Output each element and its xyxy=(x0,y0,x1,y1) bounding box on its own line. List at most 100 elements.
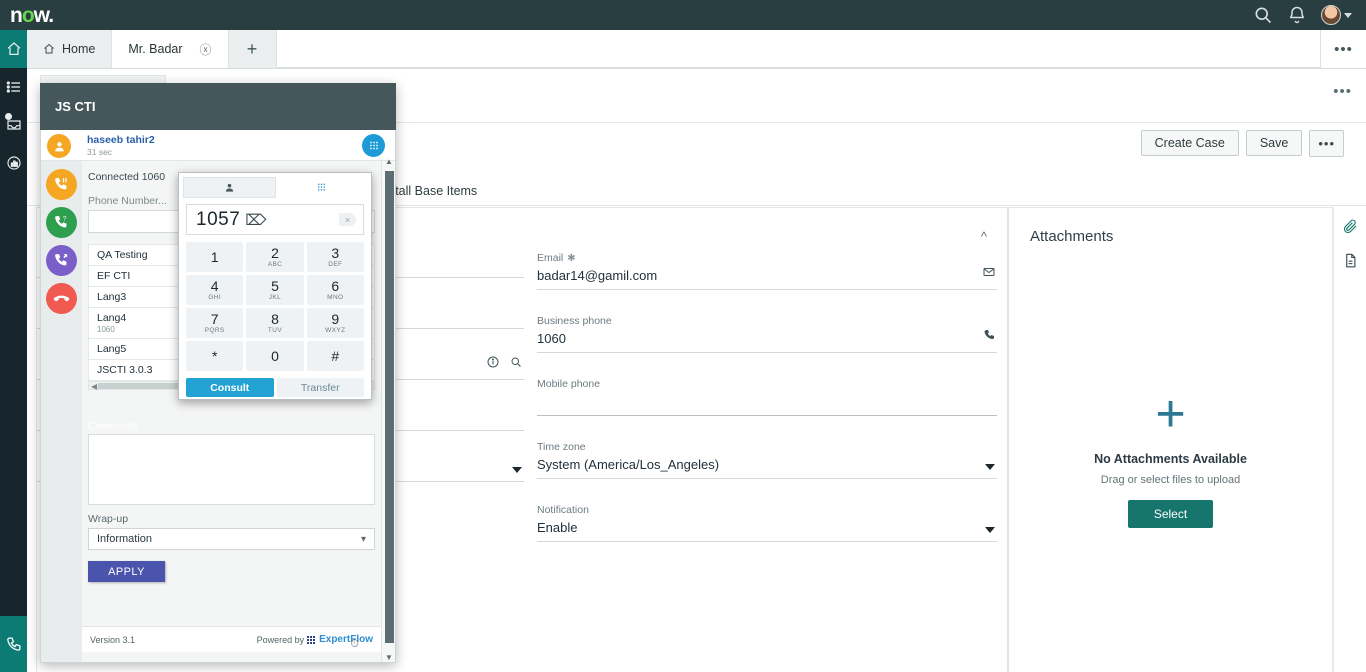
tab-home[interactable]: Home xyxy=(27,30,112,68)
dialpad-key-star[interactable]: * xyxy=(186,341,243,371)
dialpad-key-8[interactable]: 8 TUV xyxy=(246,308,303,338)
form-field-notification-value: Enable xyxy=(537,520,997,542)
cti-vertical-scrollbar[interactable]: ▲ ▼ xyxy=(381,161,395,662)
key-digit: 7 xyxy=(211,312,219,326)
info-icon[interactable] xyxy=(487,355,499,373)
dialpad-key-3[interactable]: 3 DEF xyxy=(307,242,364,272)
dialpad-tabs xyxy=(183,177,367,198)
dialpad-key-2[interactable]: 2 ABC xyxy=(246,242,303,272)
cti-apply-button[interactable]: APPLY xyxy=(88,561,165,582)
record-more-button[interactable]: ••• xyxy=(1333,83,1352,100)
clear-number-button[interactable]: × xyxy=(339,213,356,226)
tab-contacts[interactable] xyxy=(183,177,276,198)
cti-panel-title: JS CTI xyxy=(40,83,396,130)
form-field-notification[interactable]: Notification Enable xyxy=(537,504,997,542)
transfer-call-button[interactable] xyxy=(46,245,77,276)
form-field-time-zone[interactable]: Time zone System (America/Los_Angeles) xyxy=(537,441,997,479)
record-actions-more-button[interactable]: ••• xyxy=(1309,130,1344,157)
key-digit: 8 xyxy=(271,312,279,326)
new-tab-button[interactable]: + xyxy=(229,30,277,68)
create-case-button[interactable]: Create Case xyxy=(1141,130,1239,156)
document-icon[interactable] xyxy=(1343,253,1358,273)
chevron-down-icon[interactable] xyxy=(512,467,522,473)
form-field-business-phone[interactable]: Business phone 1060 xyxy=(537,315,997,353)
cti-agent-name: haseeb tahir2 xyxy=(87,134,155,146)
key-digit: 6 xyxy=(331,279,339,293)
bell-icon[interactable] xyxy=(1287,5,1307,25)
form-column-right: Email ✱ badar14@gamil.com Business phone… xyxy=(537,252,997,567)
form-field-notification-label: Notification xyxy=(537,504,997,516)
dialpad-key-1[interactable]: 1 xyxy=(186,242,243,272)
plus-icon[interactable]: + xyxy=(1009,394,1332,434)
clock-icon[interactable]: ⏱ xyxy=(350,638,359,651)
search-icon[interactable] xyxy=(1253,5,1273,25)
cti-call-duration: 31 sec xyxy=(87,147,155,157)
dialpad-number-input[interactable]: 1057 ⌦ × xyxy=(186,204,364,235)
transfer-button[interactable]: Transfer xyxy=(277,378,365,397)
scroll-up-icon[interactable]: ▲ xyxy=(385,157,393,166)
tab-keypad[interactable] xyxy=(276,177,367,198)
key-letters: PQRS xyxy=(205,327,225,334)
top-bar-actions xyxy=(1253,5,1366,25)
tab-strip-more-button[interactable]: ••• xyxy=(1320,30,1366,68)
form-field-time-zone-value: System (America/Los_Angeles) xyxy=(537,457,997,479)
key-digit: * xyxy=(212,349,217,363)
form-field-email-icons xyxy=(983,265,995,283)
user-profile-menu[interactable] xyxy=(1321,5,1352,25)
servicenow-logo[interactable]: now. xyxy=(10,5,53,26)
consult-button[interactable]: Consult xyxy=(186,378,274,397)
chevron-down-icon: ▾ xyxy=(361,534,366,545)
tab-mr-badar[interactable]: Mr. Badar ⓧ xyxy=(112,30,228,68)
consult-call-button[interactable]: ? xyxy=(46,207,77,238)
cti-wrapup-label: Wrap-up xyxy=(88,513,128,525)
dialpad-key-6[interactable]: 6 MNO xyxy=(307,275,364,305)
dialpad-key-0[interactable]: 0 xyxy=(246,341,303,371)
dialpad-keys: 1 2 ABC 3 DEF 4 GHI 5 JKL 6 MNO 7 PQRS 8 xyxy=(186,242,364,371)
chevron-down-icon[interactable] xyxy=(985,527,995,533)
tab-install-base-items[interactable]: nstall Base Items xyxy=(382,184,477,198)
dialpad-key-hash[interactable]: # xyxy=(307,341,364,371)
dialpad-icon[interactable] xyxy=(362,134,385,157)
cti-wrapup-select[interactable]: Information ▾ xyxy=(88,528,375,550)
key-letters: JKL xyxy=(269,294,281,301)
dialpad-key-4[interactable]: 4 GHI xyxy=(186,275,243,305)
save-button[interactable]: Save xyxy=(1246,130,1303,156)
key-letters: DEF xyxy=(328,261,342,268)
chevron-down-icon[interactable] xyxy=(985,464,995,470)
sidebar-item-all-menu[interactable] xyxy=(0,68,27,106)
phone-icon[interactable] xyxy=(0,616,27,672)
dialpad-key-9[interactable]: 9 WXYZ xyxy=(307,308,364,338)
dialpad-key-7[interactable]: 7 PQRS xyxy=(186,308,243,338)
form-field-email-value: badar14@gamil.com xyxy=(537,268,997,290)
attachments-empty-subtitle: Drag or select files to upload xyxy=(1009,474,1332,486)
paperclip-icon[interactable] xyxy=(1343,219,1358,239)
dialpad-icon xyxy=(316,182,327,193)
dialpad-key-5[interactable]: 5 JKL xyxy=(246,275,303,305)
tab-mr-badar-label: Mr. Badar xyxy=(128,42,182,56)
scrollbar-thumb[interactable] xyxy=(385,171,394,643)
end-call-button[interactable] xyxy=(46,283,77,314)
cti-agent-bar: haseeb tahir2 31 sec xyxy=(41,130,395,161)
mail-icon[interactable] xyxy=(983,265,995,283)
scroll-down-icon[interactable]: ▼ xyxy=(385,653,393,662)
form-field-mobile-phone[interactable]: Mobile phone xyxy=(537,378,997,416)
email-label-text: Email xyxy=(537,252,563,264)
key-letters: MNO xyxy=(327,294,343,301)
cti-comments-textarea[interactable] xyxy=(88,434,375,505)
scroll-left-icon[interactable]: ◀ xyxy=(91,382,97,391)
expertflow-logo-icon xyxy=(307,636,315,644)
form-field-email[interactable]: Email ✱ badar14@gamil.com xyxy=(537,252,997,290)
dialpad-actions: Consult Transfer xyxy=(186,378,364,397)
form-field-business-phone-icons xyxy=(983,328,995,346)
browser-tab-strip: Home Mr. Badar ⓧ + ••• xyxy=(27,30,1366,69)
form-field-mobile-phone-label: Mobile phone xyxy=(537,378,997,390)
key-digit: 9 xyxy=(331,312,339,326)
select-files-button[interactable]: Select xyxy=(1128,500,1213,528)
chevron-up-icon[interactable]: ^ xyxy=(981,229,987,244)
hold-call-button[interactable] xyxy=(46,169,77,200)
sidebar-item-home[interactable] xyxy=(0,30,27,68)
phone-icon[interactable] xyxy=(983,328,995,346)
search-icon[interactable] xyxy=(510,355,522,373)
chevron-down-icon xyxy=(1344,13,1352,18)
close-icon[interactable]: ⓧ xyxy=(200,41,212,58)
